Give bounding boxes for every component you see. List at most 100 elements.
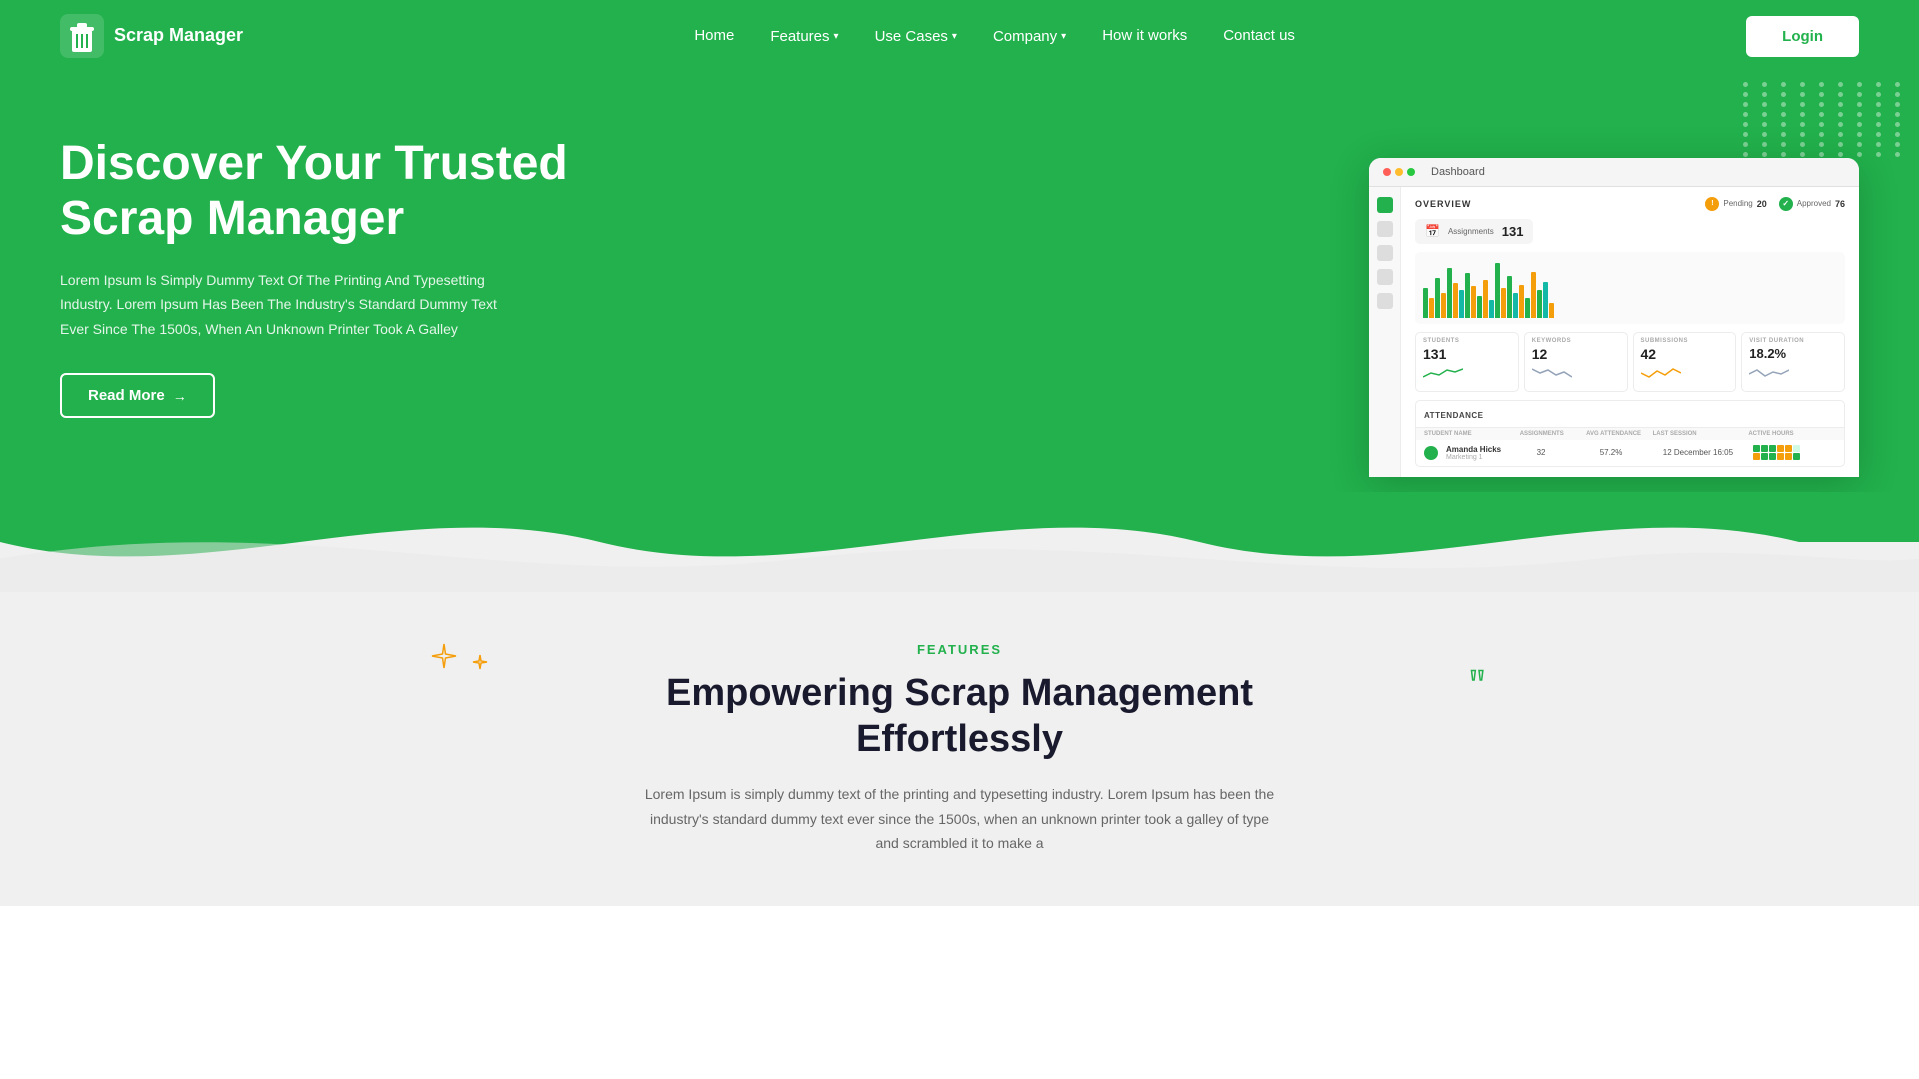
bar-12 — [1489, 300, 1494, 318]
col-header-hours: ACTIVE HOURS — [1748, 431, 1836, 437]
assignments-box: 📅 Assignments 131 — [1415, 219, 1533, 244]
dot — [1895, 122, 1900, 127]
nav-links: Home Features▾ Use Cases▾ Company▾ How i… — [694, 27, 1295, 45]
bar-7 — [1459, 290, 1464, 318]
hero-right: Dashboard OVERVIEW — [580, 138, 1859, 477]
dot — [1800, 92, 1805, 97]
bar-4 — [1441, 293, 1446, 318]
mockup-window-controls — [1383, 168, 1415, 176]
features-title-line1: Empowering Scrap Management — [666, 672, 1253, 714]
bar-chart — [1415, 252, 1845, 324]
dot — [1895, 102, 1900, 107]
features-title-line2: Effortlessly — [856, 718, 1063, 760]
dot — [1743, 82, 1748, 87]
pending-value: 20 — [1757, 199, 1767, 209]
mockup-titlebar: Dashboard — [1369, 158, 1859, 187]
nav-how-it-works[interactable]: How it works — [1102, 27, 1187, 44]
approved-label: Approved — [1797, 199, 1831, 208]
dot — [1895, 142, 1900, 147]
block-10 — [1777, 453, 1784, 460]
sparkle-icon-small — [472, 654, 488, 670]
mini-stats-row: STUDENTS 131 KEYWORDS 12 — [1415, 332, 1845, 392]
features-label: FEATURES — [60, 642, 1859, 657]
stat-submissions: SUBMISSIONS 42 — [1633, 332, 1737, 392]
bar-5 — [1447, 268, 1452, 318]
sidebar-icon-1 — [1377, 197, 1393, 213]
block-11 — [1785, 453, 1792, 460]
stat-students: STUDENTS 131 — [1415, 332, 1519, 392]
dot — [1800, 132, 1805, 137]
login-button[interactable]: Login — [1746, 16, 1859, 57]
dot — [1800, 82, 1805, 87]
pending-badge: ! Pending 20 — [1705, 197, 1766, 211]
nav-home[interactable]: Home — [694, 27, 734, 44]
dot — [1781, 92, 1786, 97]
close-dot — [1383, 168, 1391, 176]
student-info: Amanda Hicks Marketing 1 — [1446, 445, 1529, 461]
approved-badge: ✓ Approved 76 — [1779, 197, 1845, 211]
col-header-assignments: ASSIGNMENTS — [1520, 431, 1578, 437]
mockup-sidebar — [1369, 187, 1401, 477]
dot — [1781, 112, 1786, 117]
student-attendance: 57.2% — [1600, 448, 1655, 457]
dot — [1895, 82, 1900, 87]
student-sub: Marketing 1 — [1446, 454, 1529, 461]
assignments-value: 131 — [1502, 224, 1524, 239]
expand-dot — [1407, 168, 1415, 176]
dot — [1857, 92, 1862, 97]
dot — [1762, 112, 1767, 117]
dot — [1876, 92, 1881, 97]
dot — [1762, 132, 1767, 137]
overview-label: OVERVIEW — [1415, 199, 1471, 209]
mockup-tab-label: Dashboard — [1431, 166, 1485, 178]
dot — [1857, 102, 1862, 107]
wave-section — [0, 492, 1919, 592]
bar-8 — [1465, 273, 1470, 318]
bar-22 — [1549, 303, 1554, 318]
stat-label-3: VISIT DURATION — [1749, 338, 1837, 344]
trend-line-duration — [1749, 364, 1789, 380]
block-12 — [1793, 453, 1800, 460]
dot — [1857, 112, 1862, 117]
nav-features[interactable]: Features▾ — [770, 28, 838, 45]
overview-row: OVERVIEW ! Pending 20 ✓ Approved 76 — [1415, 197, 1845, 211]
attendance-header: ATTENDANCE — [1416, 401, 1844, 428]
bar-6 — [1453, 283, 1458, 318]
dot — [1838, 82, 1843, 87]
dot — [1819, 92, 1824, 97]
student-active-hours — [1753, 445, 1836, 460]
dot — [1819, 132, 1824, 137]
chevron-down-icon: ▾ — [834, 31, 839, 42]
stat-value-3: 18.2% — [1749, 346, 1837, 361]
nav-use-cases[interactable]: Use Cases▾ — [875, 28, 957, 45]
col-header-session: LAST SESSION — [1653, 431, 1741, 437]
dot — [1876, 112, 1881, 117]
stat-visit-duration: VISIT DURATION 18.2% — [1741, 332, 1845, 392]
dot — [1876, 82, 1881, 87]
read-more-button[interactable]: Read More → — [60, 373, 215, 418]
stat-keywords: KEYWORDS 12 — [1524, 332, 1628, 392]
chevron-down-icon: ▾ — [1061, 31, 1066, 42]
logo-area[interactable]: Scrap Manager — [60, 14, 243, 58]
col-header-name: STUDENT NAME — [1424, 431, 1512, 437]
bar-2 — [1429, 298, 1434, 318]
navbar: Scrap Manager Home Features▾ Use Cases▾ … — [0, 0, 1919, 72]
stat-value-0: 131 — [1423, 346, 1511, 362]
stat-label-0: STUDENTS — [1423, 338, 1511, 344]
sidebar-icon-3 — [1377, 245, 1393, 261]
dot — [1876, 132, 1881, 137]
block-4 — [1777, 445, 1784, 452]
sparkle-right: " — [1469, 662, 1499, 707]
arrow-right-icon: → — [173, 388, 187, 404]
pending-label: Pending — [1723, 199, 1752, 208]
chevron-down-icon: ▾ — [952, 31, 957, 42]
block-9 — [1769, 453, 1776, 460]
dot — [1800, 102, 1805, 107]
nav-company[interactable]: Company▾ — [993, 28, 1066, 45]
features-section: " FEATURES Empowering Scrap Management E… — [0, 592, 1919, 906]
dot — [1743, 112, 1748, 117]
wave-svg — [0, 492, 1919, 592]
nav-contact[interactable]: Contact us — [1223, 27, 1295, 44]
brand-name: Scrap Manager — [114, 26, 243, 46]
bar-20 — [1537, 290, 1542, 318]
